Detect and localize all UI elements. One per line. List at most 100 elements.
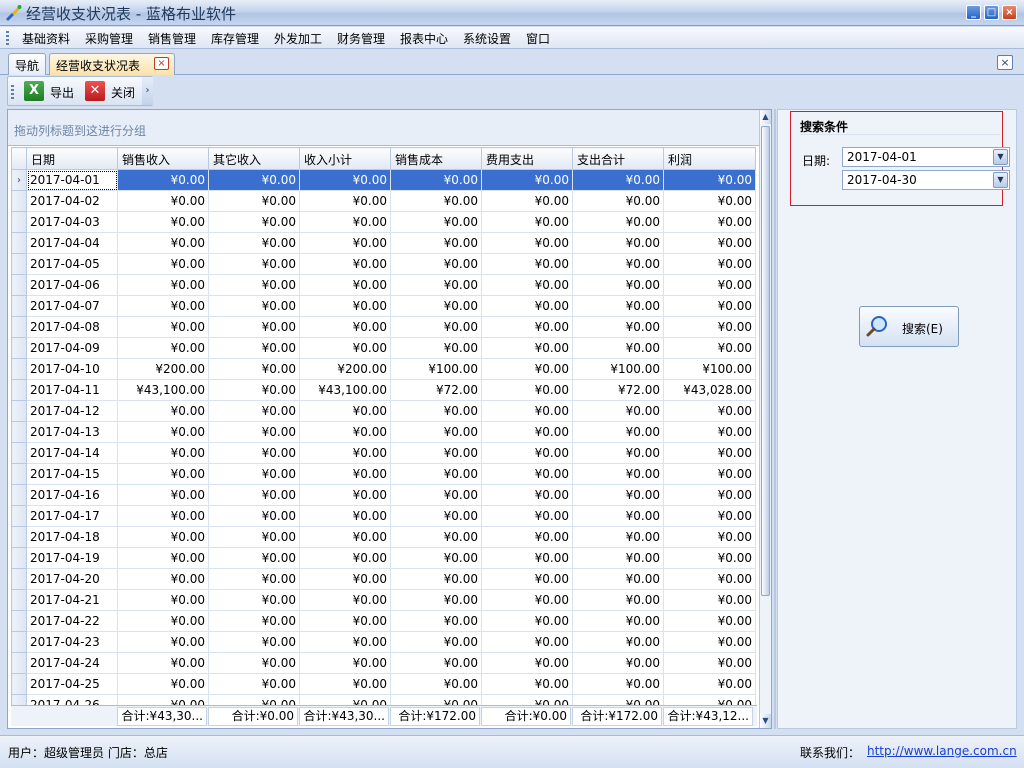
column-header-sales-cost[interactable]: 销售成本: [390, 147, 482, 170]
cell-amount[interactable]: ¥0.00: [117, 190, 209, 212]
cell-amount[interactable]: ¥0.00: [117, 568, 209, 590]
cell-amount[interactable]: ¥100.00: [663, 358, 756, 380]
cell-amount[interactable]: ¥0.00: [117, 295, 209, 317]
cell-amount[interactable]: ¥0.00: [390, 673, 482, 695]
column-header-sales-income[interactable]: 销售收入: [117, 147, 209, 170]
cell-amount[interactable]: ¥0.00: [299, 295, 391, 317]
cell-amount[interactable]: ¥0.00: [299, 505, 391, 527]
date-from-picker[interactable]: 2017-04-01 ▼: [842, 147, 1010, 167]
cell-amount[interactable]: ¥0.00: [390, 274, 482, 296]
cell-date[interactable]: 2017-04-16: [26, 484, 118, 506]
cell-amount[interactable]: ¥0.00: [208, 169, 300, 191]
close-all-tabs-icon[interactable]: ×: [997, 55, 1013, 70]
scroll-up-icon[interactable]: ▲: [760, 110, 771, 124]
cell-amount[interactable]: ¥0.00: [481, 589, 573, 611]
cell-amount[interactable]: ¥0.00: [208, 295, 300, 317]
cell-amount[interactable]: ¥200.00: [117, 358, 209, 380]
cell-amount[interactable]: ¥0.00: [117, 232, 209, 254]
cell-amount[interactable]: ¥0.00: [390, 421, 482, 443]
cell-amount[interactable]: ¥0.00: [663, 505, 756, 527]
cell-amount[interactable]: ¥0.00: [299, 484, 391, 506]
cell-amount[interactable]: ¥72.00: [390, 379, 482, 401]
table-row[interactable]: 2017-04-13 ¥0.00 ¥0.00 ¥0.00 ¥0.00 ¥0.00 ¥0.00…: [11, 421, 756, 443]
cell-amount[interactable]: ¥0.00: [299, 526, 391, 548]
column-header-other-income[interactable]: 其它收入: [208, 147, 300, 170]
cell-amount[interactable]: ¥0.00: [572, 190, 664, 212]
cell-amount[interactable]: ¥0.00: [117, 463, 209, 485]
cell-date[interactable]: 2017-04-01: [26, 169, 118, 191]
cell-amount[interactable]: ¥0.00: [663, 400, 756, 422]
cell-amount[interactable]: ¥0.00: [117, 400, 209, 422]
table-row[interactable]: 2017-04-21 ¥0.00 ¥0.00 ¥0.00 ¥0.00 ¥0.00 ¥0.00…: [11, 589, 756, 611]
cell-amount[interactable]: ¥0.00: [663, 421, 756, 443]
menu-finance[interactable]: 财务管理: [337, 30, 385, 47]
cell-amount[interactable]: ¥0.00: [481, 652, 573, 674]
cell-amount[interactable]: ¥0.00: [299, 190, 391, 212]
cell-amount[interactable]: ¥0.00: [299, 631, 391, 653]
column-header-date[interactable]: 日期: [26, 147, 118, 170]
cell-amount[interactable]: ¥0.00: [481, 190, 573, 212]
cell-amount[interactable]: ¥0.00: [663, 631, 756, 653]
cell-amount[interactable]: ¥0.00: [208, 421, 300, 443]
cell-amount[interactable]: ¥0.00: [208, 547, 300, 569]
cell-amount[interactable]: ¥0.00: [663, 589, 756, 611]
cell-amount[interactable]: ¥0.00: [117, 526, 209, 548]
cell-amount[interactable]: ¥0.00: [117, 547, 209, 569]
toolbar-grip-icon[interactable]: [11, 85, 14, 99]
cell-amount[interactable]: ¥0.00: [572, 484, 664, 506]
cell-amount[interactable]: ¥0.00: [299, 211, 391, 233]
cell-amount[interactable]: ¥0.00: [208, 673, 300, 695]
table-row[interactable]: 2017-04-02 ¥0.00 ¥0.00 ¥0.00 ¥0.00 ¥0.00 ¥0.00…: [11, 190, 756, 212]
table-row[interactable]: 2017-04-15 ¥0.00 ¥0.00 ¥0.00 ¥0.00 ¥0.00 ¥0.00…: [11, 463, 756, 485]
column-header-expense-total[interactable]: 支出合计: [572, 147, 664, 170]
cell-amount[interactable]: ¥0.00: [299, 274, 391, 296]
cell-amount[interactable]: ¥0.00: [481, 610, 573, 632]
date-to-dropdown-icon[interactable]: ▼: [993, 172, 1008, 188]
row-indicator[interactable]: [11, 484, 27, 506]
cell-amount[interactable]: ¥0.00: [208, 316, 300, 338]
cell-amount[interactable]: ¥0.00: [572, 232, 664, 254]
cell-date[interactable]: 2017-04-05: [26, 253, 118, 275]
cell-date[interactable]: 2017-04-18: [26, 526, 118, 548]
cell-amount[interactable]: ¥0.00: [481, 673, 573, 695]
cell-date[interactable]: 2017-04-19: [26, 547, 118, 569]
cell-amount[interactable]: ¥0.00: [390, 400, 482, 422]
row-indicator[interactable]: [11, 589, 27, 611]
cell-amount[interactable]: ¥43,100.00: [117, 379, 209, 401]
table-row[interactable]: 2017-04-18 ¥0.00 ¥0.00 ¥0.00 ¥0.00 ¥0.00 ¥0.00…: [11, 526, 756, 548]
cell-amount[interactable]: ¥0.00: [481, 526, 573, 548]
menu-settings[interactable]: 系统设置: [463, 30, 511, 47]
menu-grip-icon[interactable]: [6, 31, 9, 45]
cell-amount[interactable]: ¥0.00: [663, 211, 756, 233]
cell-amount[interactable]: ¥0.00: [481, 316, 573, 338]
cell-amount[interactable]: ¥0.00: [481, 358, 573, 380]
cell-amount[interactable]: ¥0.00: [663, 610, 756, 632]
cell-amount[interactable]: ¥0.00: [299, 232, 391, 254]
cell-amount[interactable]: ¥72.00: [572, 379, 664, 401]
cell-amount[interactable]: ¥0.00: [481, 337, 573, 359]
cell-amount[interactable]: ¥0.00: [572, 652, 664, 674]
cell-date[interactable]: 2017-04-23: [26, 631, 118, 653]
cell-amount[interactable]: ¥0.00: [481, 295, 573, 317]
cell-amount[interactable]: ¥0.00: [208, 652, 300, 674]
tab-navigation[interactable]: 导航: [8, 53, 46, 75]
cell-amount[interactable]: ¥0.00: [663, 484, 756, 506]
export-button[interactable]: X 导出: [24, 81, 78, 103]
menu-sales[interactable]: 销售管理: [148, 30, 196, 47]
cell-amount[interactable]: ¥0.00: [481, 169, 573, 191]
table-row[interactable]: 2017-04-06 ¥0.00 ¥0.00 ¥0.00 ¥0.00 ¥0.00 ¥0.00…: [11, 274, 756, 296]
cell-amount[interactable]: ¥0.00: [572, 316, 664, 338]
cell-date[interactable]: 2017-04-25: [26, 673, 118, 695]
cell-amount[interactable]: ¥0.00: [390, 463, 482, 485]
cell-amount[interactable]: ¥0.00: [390, 169, 482, 191]
cell-amount[interactable]: ¥0.00: [117, 631, 209, 653]
table-row[interactable]: 2017-04-12 ¥0.00 ¥0.00 ¥0.00 ¥0.00 ¥0.00 ¥0.00…: [11, 400, 756, 422]
cell-date[interactable]: 2017-04-11: [26, 379, 118, 401]
cell-amount[interactable]: ¥0.00: [117, 589, 209, 611]
tab-close-icon[interactable]: ×: [154, 57, 169, 70]
cell-date[interactable]: 2017-04-21: [26, 589, 118, 611]
cell-amount[interactable]: ¥0.00: [117, 442, 209, 464]
contact-link[interactable]: http://www.lange.com.cn: [867, 744, 1017, 758]
cell-date[interactable]: 2017-04-07: [26, 295, 118, 317]
close-button[interactable]: ✕ 关闭: [85, 81, 139, 103]
